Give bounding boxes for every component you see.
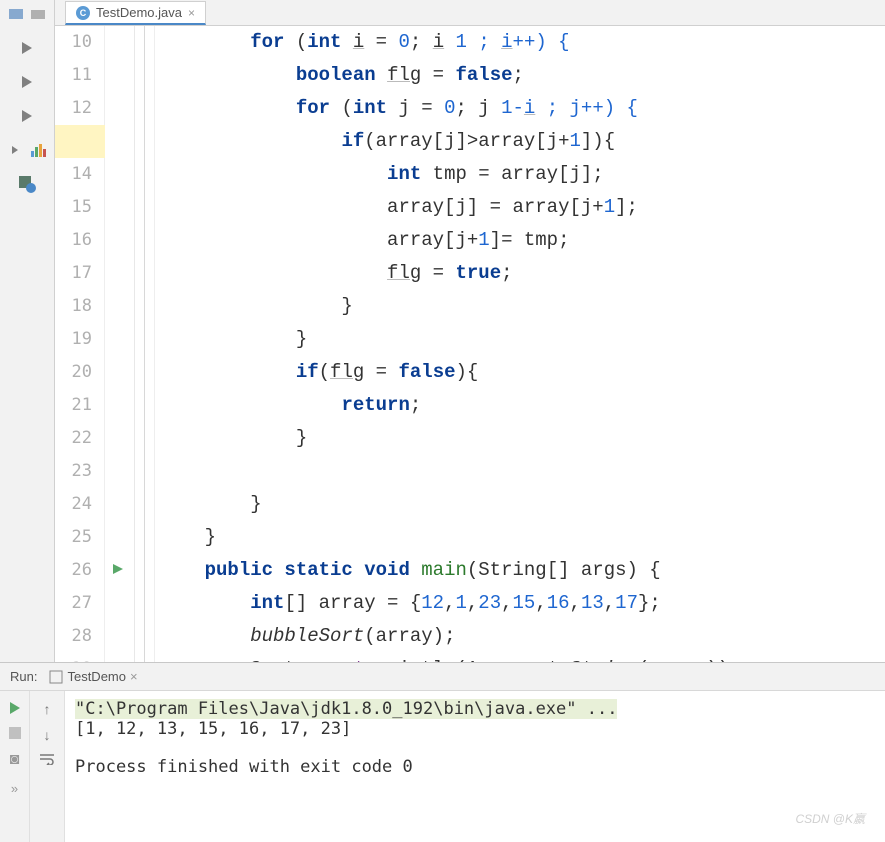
structure-icon[interactable] — [6, 140, 26, 160]
run-tool-window: Run: TestDemo × ◙ » ↑ ↓ "C:\Program File… — [0, 662, 885, 842]
breakpoint-highlight — [55, 125, 105, 158]
wrap-icon[interactable] — [39, 753, 55, 765]
close-tab-icon[interactable]: × — [188, 6, 195, 20]
fold-column — [135, 26, 155, 662]
console-output[interactable]: "C:\Program Files\Java\jdk1.8.0_192\bin\… — [65, 691, 885, 842]
clock-icon[interactable] — [17, 174, 37, 194]
console-command: "C:\Program Files\Java\jdk1.8.0_192\bin\… — [75, 699, 617, 719]
folder-icon[interactable] — [28, 4, 48, 24]
stop-icon[interactable] — [9, 727, 21, 739]
project-icon[interactable] — [6, 4, 26, 24]
editor-tab[interactable]: C TestDemo.java × — [65, 1, 206, 25]
camera-icon[interactable]: ◙ — [10, 751, 20, 769]
tool-window-bar — [0, 0, 55, 662]
close-run-tab-icon[interactable]: × — [130, 669, 138, 684]
editor-tab-bar: C TestDemo.java × — [55, 0, 885, 26]
java-class-icon: C — [76, 6, 90, 20]
run-icon-3[interactable] — [17, 106, 37, 126]
console-exit: Process finished with exit code 0 — [75, 757, 875, 777]
run-icon[interactable] — [17, 38, 37, 58]
run-line-icon[interactable] — [112, 563, 124, 575]
expand-icon[interactable]: » — [11, 781, 18, 796]
up-icon[interactable]: ↑ — [44, 701, 51, 717]
run-config-icon — [49, 670, 63, 684]
tab-filename: TestDemo.java — [96, 5, 182, 20]
run-icon-2[interactable] — [17, 72, 37, 92]
stats-icon[interactable] — [28, 140, 48, 160]
console-action-bar: ↑ ↓ — [30, 691, 65, 842]
code-editor[interactable]: 1011121314151617181920212223242526272829… — [55, 26, 885, 662]
rerun-icon[interactable] — [8, 701, 22, 715]
watermark: CSDN @K嬴 — [795, 810, 865, 827]
code-content[interactable]: for (int i = 0; i 1 ; i++) { boolean flg… — [155, 26, 741, 662]
console-stdout: [1, 12, 13, 15, 16, 17, 23] — [75, 719, 875, 739]
run-gutter — [105, 26, 135, 662]
run-label: Run: — [10, 669, 37, 684]
run-config-name[interactable]: TestDemo — [67, 669, 126, 684]
down-icon[interactable]: ↓ — [44, 727, 51, 743]
line-number-gutter: 1011121314151617181920212223242526272829… — [55, 26, 105, 662]
run-action-bar: ◙ » — [0, 691, 30, 842]
